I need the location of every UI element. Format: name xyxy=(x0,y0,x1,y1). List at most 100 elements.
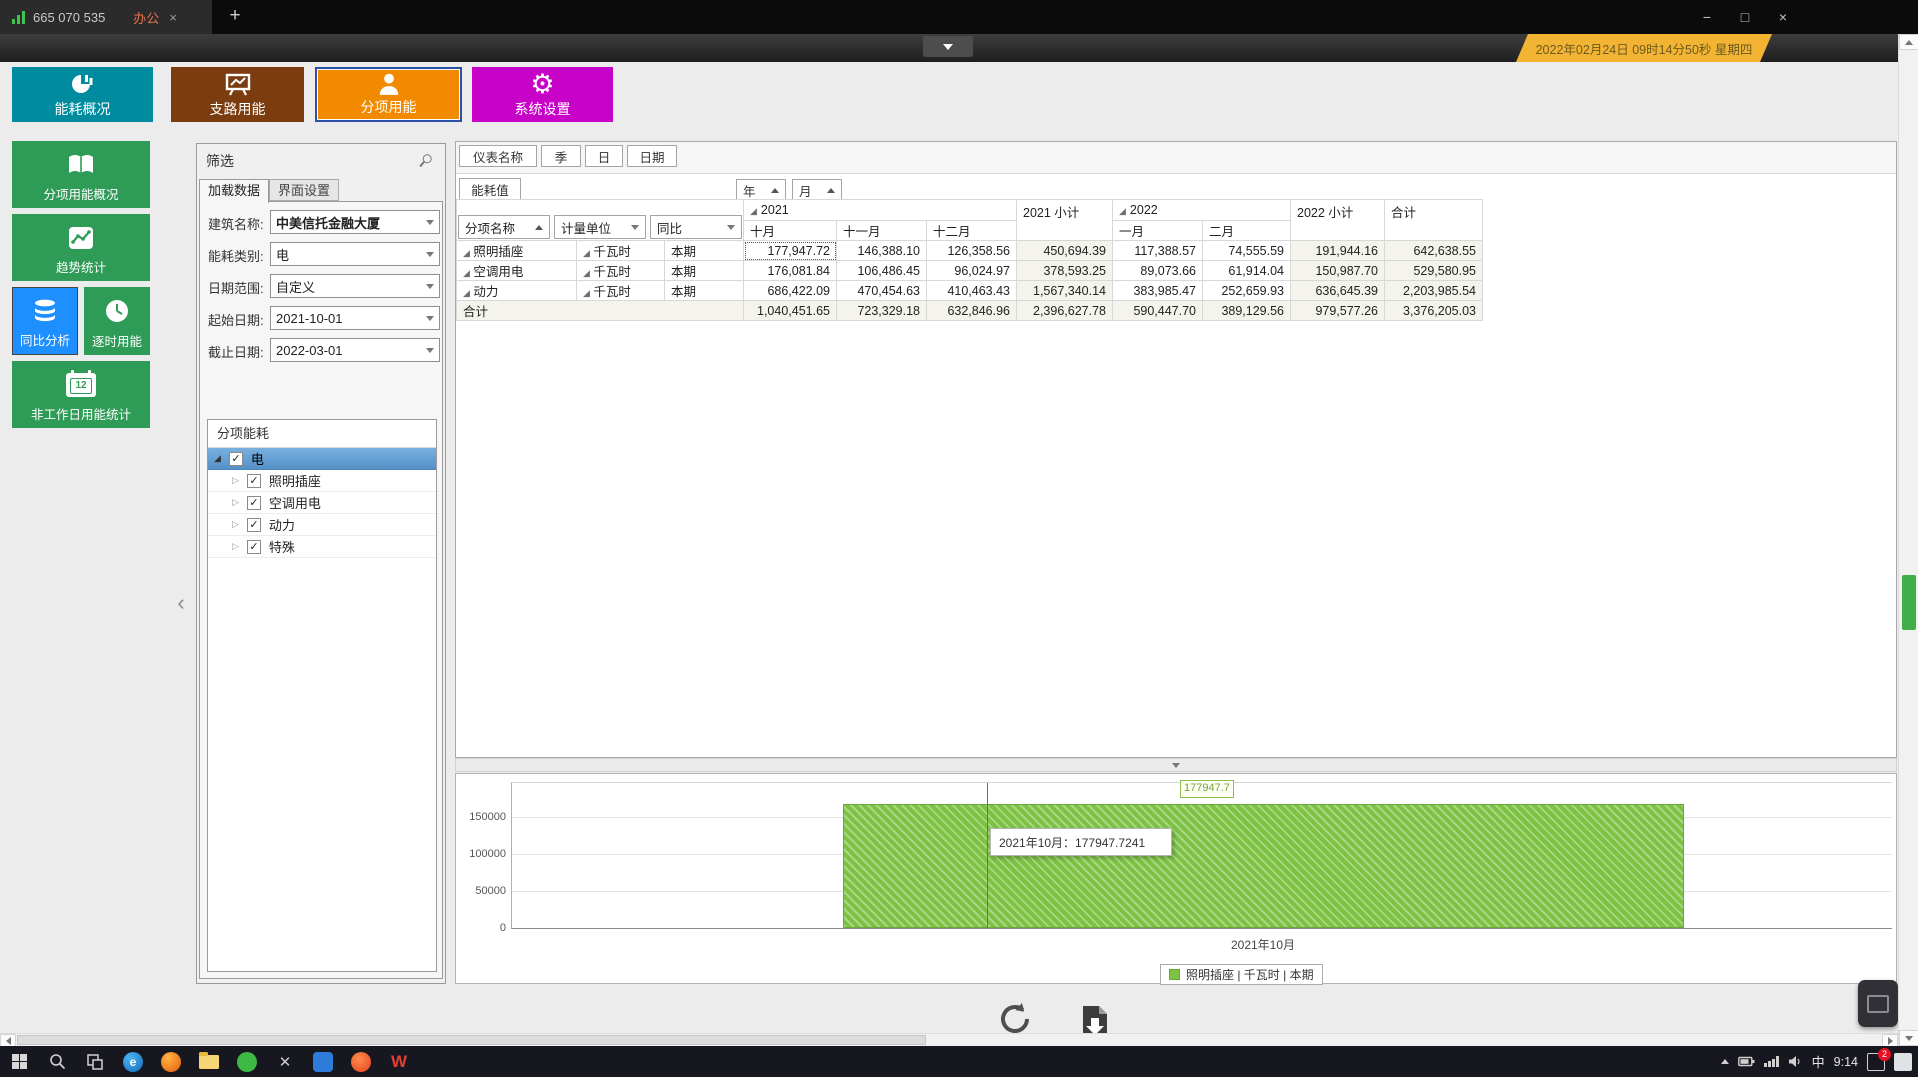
cell-selected[interactable]: 177,947.72 xyxy=(744,241,837,261)
cell-total[interactable]: 1,040,451.65 xyxy=(744,301,837,321)
cell-total[interactable]: 389,129.56 xyxy=(1203,301,1291,321)
cell[interactable]: 146,388.10 xyxy=(837,241,927,261)
tab-close-icon[interactable]: × xyxy=(169,10,177,25)
taskbar-app-orange[interactable] xyxy=(342,1046,380,1077)
filter-chip-meter-name[interactable]: 仪表名称 xyxy=(459,145,537,167)
col-subtotal-2022[interactable]: 2022 小计 xyxy=(1291,200,1385,241)
checkbox-checked[interactable]: ✓ xyxy=(229,452,243,466)
row-field-chip-category[interactable]: 分项名称 xyxy=(458,215,550,239)
cell[interactable]: 686,422.09 xyxy=(744,281,837,301)
col-grand-total[interactable]: 合计 xyxy=(1385,200,1483,241)
minimize-button[interactable]: − xyxy=(1688,0,1726,34)
taskbar-app-edge[interactable]: e xyxy=(114,1046,152,1077)
cell[interactable]: 410,463.43 xyxy=(927,281,1017,301)
cell[interactable]: 176,081.84 xyxy=(744,261,837,281)
cell-subtotal[interactable]: 636,645.39 xyxy=(1291,281,1385,301)
taskbar-app-x[interactable]: ✕ xyxy=(266,1046,304,1077)
sidebar-tile-subitem-overview[interactable]: 分项用能概况 xyxy=(12,141,150,208)
pin-icon[interactable] xyxy=(418,152,435,169)
row-field-chip-unit[interactable]: 计量单位 xyxy=(554,215,646,239)
filter-chip-quarter[interactable]: 季 xyxy=(541,145,581,167)
cell[interactable]: 126,358.56 xyxy=(927,241,1017,261)
expand-icon[interactable]: ◢ xyxy=(214,453,221,464)
value-chip-energy-value[interactable]: 能耗值 xyxy=(459,178,521,200)
row-unit[interactable]: ◢ 千瓦时 xyxy=(577,281,665,301)
volume-icon[interactable] xyxy=(1788,1055,1803,1068)
row-scope[interactable]: 本期 xyxy=(665,241,744,261)
col-group-2021[interactable]: ◢2021 xyxy=(744,200,1017,221)
row-header-lighting[interactable]: ◢ 照明插座 xyxy=(457,241,577,261)
scroll-down-button[interactable] xyxy=(1899,1030,1918,1046)
row-unit[interactable]: ◢ 千瓦时 xyxy=(577,241,665,261)
tab-office[interactable]: 办公 xyxy=(133,8,159,27)
sidebar-tile-hourly-energy[interactable]: 逐时用能 xyxy=(84,287,150,355)
checkbox-checked[interactable]: ✓ xyxy=(247,518,261,532)
cell-total[interactable]: 642,638.55 xyxy=(1385,241,1483,261)
action-center-icon[interactable] xyxy=(1894,1053,1912,1071)
cell[interactable]: 61,914.04 xyxy=(1203,261,1291,281)
tab-load-data[interactable]: 加载数据 xyxy=(199,179,269,203)
cell[interactable]: 106,486.45 xyxy=(837,261,927,281)
tree-item-lighting[interactable]: ▷ ✓ 照明插座 xyxy=(208,470,436,492)
search-button[interactable] xyxy=(38,1046,76,1077)
new-tab-button[interactable]: + xyxy=(220,0,250,34)
taskbar-app-wps[interactable]: W xyxy=(380,1046,418,1077)
cell[interactable]: 89,073.66 xyxy=(1113,261,1203,281)
collapsed-icon[interactable]: ▷ xyxy=(232,475,239,486)
taskbar-app-green[interactable] xyxy=(228,1046,266,1077)
col-header-oct[interactable]: 十月 xyxy=(744,221,837,241)
cell[interactable]: 117,388.57 xyxy=(1113,241,1203,261)
checkbox-checked[interactable]: ✓ xyxy=(247,496,261,510)
date-range-select[interactable]: 自定义 xyxy=(270,274,440,298)
start-button[interactable] xyxy=(0,1046,38,1077)
task-view-button[interactable] xyxy=(76,1046,114,1077)
col-header-nov[interactable]: 十一月 xyxy=(837,221,927,241)
row-field-chip-yoy[interactable]: 同比 xyxy=(650,215,742,239)
cell[interactable]: 470,454.63 xyxy=(837,281,927,301)
cell-subtotal[interactable]: 378,593.25 xyxy=(1017,261,1113,281)
collapsed-icon[interactable]: ▷ xyxy=(232,541,239,552)
cell-subtotal[interactable]: 191,944.16 xyxy=(1291,241,1385,261)
col-header-jan[interactable]: 一月 xyxy=(1113,221,1203,241)
ime-indicator[interactable]: 中 xyxy=(1812,1052,1825,1071)
cell-total[interactable]: 3,376,205.03 xyxy=(1385,301,1483,321)
toolbar-tile-branch-energy[interactable]: 支路用能 xyxy=(171,67,304,122)
cell-total[interactable]: 590,447.70 xyxy=(1113,301,1203,321)
building-name-select[interactable]: 中美信托金融大厦 xyxy=(270,210,440,234)
col-header-dec[interactable]: 十二月 xyxy=(927,221,1017,241)
cell-subtotal[interactable]: 150,987.70 xyxy=(1291,261,1385,281)
start-date-input[interactable]: 2021-10-01 xyxy=(270,306,440,330)
sidebar-tile-yoy-analysis-selected[interactable]: 同比分析 xyxy=(12,287,78,355)
checkbox-checked[interactable]: ✓ xyxy=(247,474,261,488)
toolbar-tile-subitem-energy-selected[interactable]: 分项用能 xyxy=(315,67,462,122)
taskbar-app-file-explorer[interactable] xyxy=(190,1046,228,1077)
collapsed-icon[interactable]: ▷ xyxy=(232,519,239,530)
col-group-2022[interactable]: ◢2022 xyxy=(1113,200,1291,221)
toolbar-tile-energy-overview[interactable]: 能耗概况 xyxy=(12,67,153,122)
bar-lighting-oct2021[interactable] xyxy=(843,804,1684,928)
cell[interactable]: 383,985.47 xyxy=(1113,281,1203,301)
scroll-up-button[interactable] xyxy=(1899,34,1918,50)
col-subtotal-2021[interactable]: 2021 小计 xyxy=(1017,200,1113,241)
sidebar-tile-nonworkday-statistics[interactable]: 12 非工作日用能统计 xyxy=(12,361,150,428)
filter-chip-day[interactable]: 日 xyxy=(585,145,623,167)
cell-total[interactable]: 2,203,985.54 xyxy=(1385,281,1483,301)
cell-total[interactable]: 529,580.95 xyxy=(1385,261,1483,281)
vertical-scrollbar[interactable] xyxy=(1898,34,1918,1046)
cell-total[interactable]: 632,846.96 xyxy=(927,301,1017,321)
tree-item-power[interactable]: ▷ ✓ 动力 xyxy=(208,514,436,536)
floating-widget[interactable] xyxy=(1858,980,1898,1027)
end-date-input[interactable]: 2022-03-01 xyxy=(270,338,440,362)
taskbar-clock[interactable]: 9:14 xyxy=(1834,1055,1858,1069)
battery-icon[interactable] xyxy=(1738,1056,1755,1067)
cell-subtotal[interactable]: 1,567,340.14 xyxy=(1017,281,1113,301)
checkbox-checked[interactable]: ✓ xyxy=(247,540,261,554)
cell-total[interactable]: 723,329.18 xyxy=(837,301,927,321)
tree-item-electric[interactable]: ◢ ✓ 电 xyxy=(208,448,436,470)
tree-item-special[interactable]: ▷ ✓ 特殊 xyxy=(208,536,436,558)
cell[interactable]: 252,659.93 xyxy=(1203,281,1291,301)
energy-type-select[interactable]: 电 xyxy=(270,242,440,266)
scrollbar-thumb[interactable] xyxy=(17,1035,926,1045)
cell-total[interactable]: 979,577.26 xyxy=(1291,301,1385,321)
maximize-button[interactable]: □ xyxy=(1726,0,1764,34)
